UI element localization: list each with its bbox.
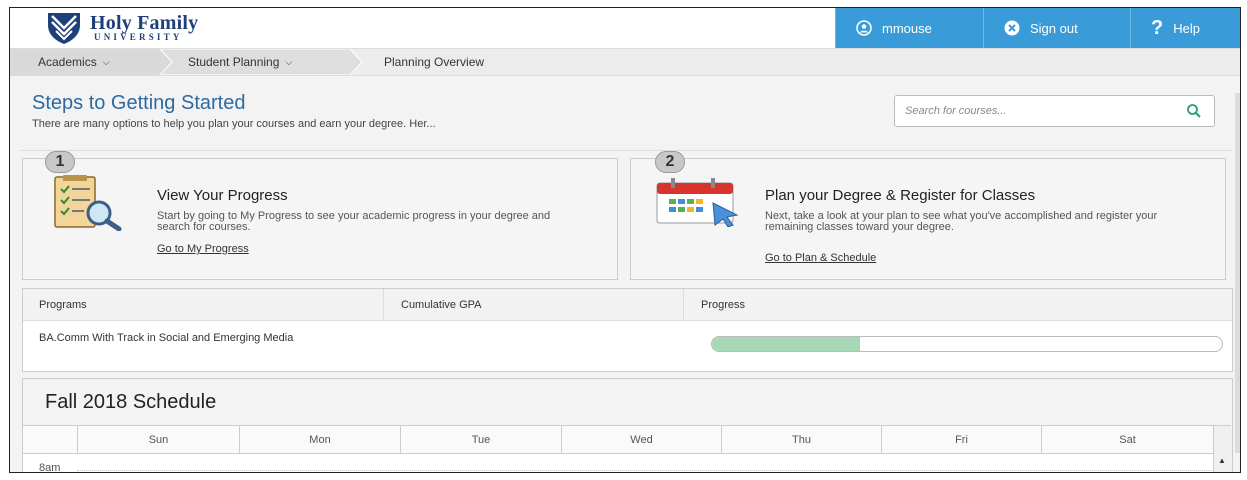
column-separator bbox=[383, 289, 384, 321]
breadcrumb-academics[interactable]: Academics ⌵ bbox=[38, 49, 110, 75]
calendar-header: Sun Mon Tue Wed Thu Fri Sat bbox=[23, 426, 1213, 454]
schedule-calendar: Sun Mon Tue Wed Thu Fri Sat 8am ▲ bbox=[23, 425, 1231, 473]
search-placeholder: Search for courses... bbox=[905, 105, 1007, 117]
university-logo[interactable]: Holy Family UNIVERSITY bbox=[46, 10, 276, 46]
divider bbox=[20, 150, 1232, 151]
checklist-magnifier-icon bbox=[54, 175, 122, 231]
day-header-sun: Sun bbox=[77, 426, 239, 454]
page-subtitle: There are many options to help you plan … bbox=[32, 118, 436, 130]
page-title: Steps to Getting Started bbox=[32, 92, 246, 114]
program-name[interactable]: BA.Comm With Track in Social and Emergin… bbox=[39, 331, 329, 345]
page-scrollbar[interactable] bbox=[1235, 93, 1240, 453]
degree-progress-bar bbox=[711, 336, 1223, 352]
shield-logo-icon bbox=[48, 13, 80, 44]
header: Holy Family UNIVERSITY mmouse Sign out ?… bbox=[10, 8, 1240, 48]
programs-table: Programs Cumulative GPA Progress BA.Comm… bbox=[22, 288, 1233, 372]
chevron-down-icon: ⌵ bbox=[285, 56, 293, 67]
logo-subtitle: UNIVERSITY bbox=[94, 32, 183, 42]
breadcrumb-planning-overview-label: Planning Overview bbox=[384, 55, 485, 69]
step-description: Start by going to My Progress to see you… bbox=[157, 210, 551, 233]
schedule-title: Fall 2018 Schedule bbox=[45, 391, 217, 413]
column-header-progress: Progress bbox=[701, 299, 746, 311]
day-header-fri: Fri bbox=[881, 426, 1041, 454]
step-card-progress: 1 View Your Progress Start by going to M… bbox=[22, 151, 618, 280]
help-button[interactable]: ? Help bbox=[1130, 8, 1240, 48]
breadcrumb-student-planning[interactable]: Student Planning ⌵ bbox=[188, 49, 292, 75]
scroll-up-arrow-icon[interactable]: ▲ bbox=[1218, 456, 1226, 465]
table-header: Programs Cumulative GPA Progress bbox=[23, 289, 1232, 321]
top-nav: mmouse Sign out ? Help bbox=[835, 8, 1240, 48]
step-title: Plan your Degree & Register for Classes bbox=[765, 187, 1036, 204]
time-label: 8am bbox=[39, 462, 61, 473]
step-card-plan: 2 Plan your Degree & Register for Classe… bbox=[630, 151, 1226, 280]
column-separator bbox=[683, 289, 684, 321]
step-title: View Your Progress bbox=[157, 187, 288, 204]
column-header-gpa: Cumulative GPA bbox=[401, 299, 482, 311]
course-search-input[interactable]: Search for courses... bbox=[894, 95, 1215, 127]
breadcrumb: Academics ⌵ Student Planning ⌵ Planning … bbox=[10, 48, 1240, 76]
day-header-tue: Tue bbox=[400, 426, 561, 454]
sign-out-button[interactable]: Sign out bbox=[983, 8, 1130, 48]
breadcrumb-academics-label: Academics bbox=[38, 55, 97, 69]
sign-out-icon bbox=[1004, 20, 1020, 36]
day-header-wed: Wed bbox=[561, 426, 721, 454]
help-icon: ? bbox=[1151, 16, 1164, 39]
go-to-my-progress-link[interactable]: Go to My Progress bbox=[157, 243, 249, 255]
username-label: mmouse bbox=[882, 20, 932, 36]
day-header-thu: Thu bbox=[721, 426, 881, 454]
help-label: Help bbox=[1173, 20, 1200, 36]
hour-gridline bbox=[77, 470, 1213, 471]
day-header-mon: Mon bbox=[239, 426, 400, 454]
step-number: 1 bbox=[45, 151, 75, 173]
calendar-cursor-icon bbox=[656, 178, 739, 227]
search-icon[interactable] bbox=[1186, 103, 1202, 119]
progress-fill bbox=[712, 337, 860, 351]
step-description: Next, take a look at your plan to see wh… bbox=[765, 210, 1158, 233]
app-frame: Holy Family UNIVERSITY mmouse Sign out ?… bbox=[9, 7, 1241, 473]
schedule-panel: Fall 2018 Schedule Sun Mon Tue Wed Thu F… bbox=[22, 378, 1233, 473]
calendar-scrollbar[interactable]: ▲ bbox=[1213, 426, 1231, 472]
go-to-plan-schedule-link[interactable]: Go to Plan & Schedule bbox=[765, 252, 876, 264]
day-header-sat: Sat bbox=[1041, 426, 1213, 454]
column-header-programs: Programs bbox=[39, 299, 87, 311]
user-menu-button[interactable]: mmouse bbox=[835, 8, 983, 48]
sign-out-label: Sign out bbox=[1030, 20, 1078, 36]
chevron-down-icon: ⌵ bbox=[102, 56, 110, 67]
step-number: 2 bbox=[655, 151, 685, 173]
breadcrumb-student-planning-label: Student Planning bbox=[188, 55, 280, 69]
user-icon bbox=[856, 20, 872, 36]
breadcrumb-planning-overview: Planning Overview bbox=[384, 49, 484, 75]
